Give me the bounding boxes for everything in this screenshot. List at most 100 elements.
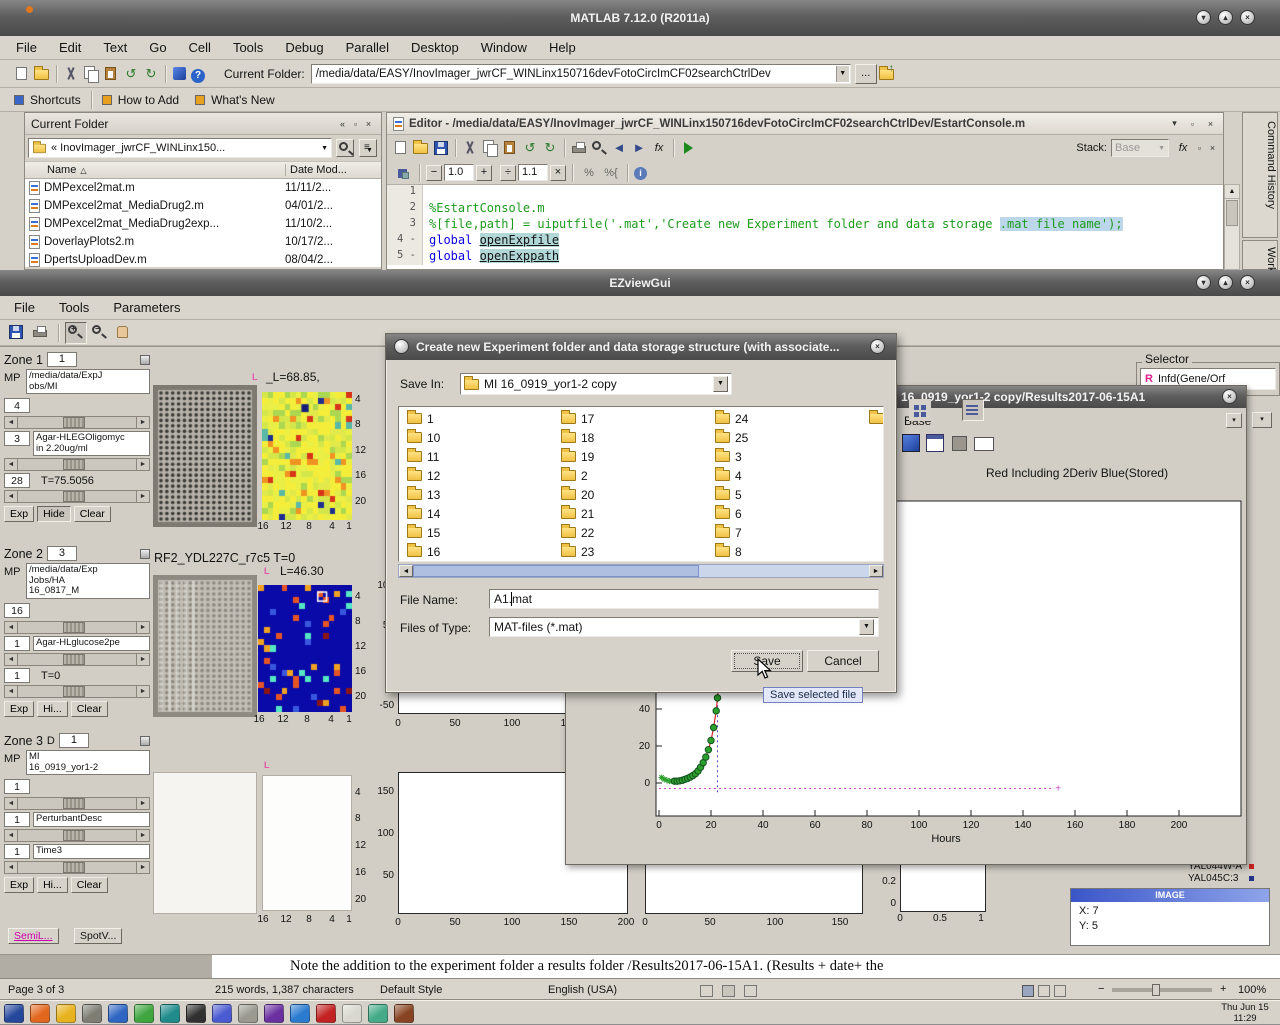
folder-item[interactable]: 24: [713, 409, 863, 428]
print-icon[interactable]: [570, 139, 588, 157]
tab-workspace[interactable]: Work...: [1242, 240, 1278, 270]
folder-item[interactable]: 22: [559, 523, 709, 542]
tab-command-history[interactable]: Command History: [1242, 112, 1278, 238]
zone-path-field[interactable]: /media/data/ExpJobs/HA16_0817_M: [26, 563, 150, 599]
folder-item[interactable]: 25: [713, 428, 863, 447]
taskbar-app-icon-10[interactable]: [238, 1004, 258, 1023]
folder-item[interactable]: 19: [559, 447, 709, 466]
taskbar-app-icon-11[interactable]: [264, 1004, 284, 1023]
slider-right-arrow[interactable]: ►: [136, 621, 150, 634]
maximize-icon[interactable]: ▴: [1218, 275, 1233, 290]
zone-index-field[interactable]: 3: [47, 546, 77, 561]
dialog-titlebar[interactable]: Create new Experiment folder and data st…: [386, 334, 896, 360]
slider-right-arrow[interactable]: ►: [136, 490, 150, 503]
zone-row-count[interactable]: 1: [4, 812, 30, 827]
file-row[interactable]: DMPexcel2mat.m11/11/2...: [25, 179, 381, 197]
undo-icon[interactable]: ↺: [122, 65, 140, 83]
zone-count-field[interactable]: 4: [4, 398, 30, 413]
folder-item[interactable]: 7: [713, 523, 863, 542]
slider-left-arrow[interactable]: ◄: [4, 685, 18, 698]
zone-row-count[interactable]: 28: [4, 473, 30, 488]
how-to-add-link[interactable]: How to Add: [118, 93, 179, 107]
view-book-icon[interactable]: [1054, 985, 1066, 997]
zone-button-clear[interactable]: Clear: [74, 506, 111, 522]
file-row[interactable]: DpertsUploadDev.m08/04/2...: [25, 251, 381, 267]
save-icon[interactable]: [6, 322, 28, 344]
zone-slider[interactable]: ◄►: [4, 685, 150, 698]
redo-icon[interactable]: ↻: [541, 139, 559, 157]
zone-button-clear[interactable]: Clear: [71, 877, 108, 893]
zone-slider[interactable]: ◄►: [4, 797, 150, 810]
zone-slider[interactable]: ◄►: [4, 829, 150, 842]
multiply-button[interactable]: ×: [550, 165, 566, 181]
comment-block-icon[interactable]: %{: [602, 164, 620, 182]
shortcuts-label[interactable]: Shortcuts: [30, 93, 81, 107]
heatmap-2[interactable]: [258, 585, 352, 712]
slider-track[interactable]: [18, 490, 136, 503]
slider-left-arrow[interactable]: ◄: [4, 416, 18, 429]
zoom-slider-thumb[interactable]: [1152, 984, 1160, 996]
zone-button-exp[interactable]: Exp: [4, 506, 34, 522]
zone-button-exp[interactable]: Exp: [4, 701, 34, 717]
file-name-input[interactable]: A1.mat: [489, 589, 879, 609]
slider-left-arrow[interactable]: ◄: [4, 797, 18, 810]
close-icon[interactable]: ×: [1204, 119, 1217, 129]
spotview-button[interactable]: SpotV...: [74, 928, 122, 944]
copy-icon[interactable]: [82, 65, 100, 83]
matlab-menu-tools[interactable]: Tools: [229, 38, 267, 57]
semilog-button[interactable]: SemiL...: [8, 928, 59, 944]
scroll-thumb[interactable]: [1226, 200, 1238, 226]
taskbar-app-icon-13[interactable]: [316, 1004, 336, 1023]
status-style[interactable]: Default Style: [380, 984, 442, 996]
taskbar-app-icon-15[interactable]: [368, 1004, 388, 1023]
folder-list[interactable]: 1101112131415161718192202122232425345678…: [398, 406, 884, 562]
status-language[interactable]: English (USA): [548, 984, 617, 996]
minimize-icon[interactable]: ▾: [1196, 10, 1211, 25]
dock-icon[interactable]: [140, 355, 150, 365]
zone-count-field[interactable]: 1: [4, 779, 30, 794]
forward-icon[interactable]: ►: [630, 139, 648, 157]
slider-thumb[interactable]: [63, 417, 85, 428]
slider-thumb[interactable]: [63, 491, 85, 502]
maximize-icon[interactable]: ▴: [1218, 10, 1233, 25]
taskbar-app-icon-9[interactable]: [212, 1004, 232, 1023]
taskbar-app-icon-2[interactable]: [30, 1004, 50, 1023]
folder-item[interactable]: 6: [713, 504, 863, 523]
zone-slider[interactable]: ◄►: [4, 861, 150, 874]
folder-item[interactable]: 4: [713, 466, 863, 485]
folder-item[interactable]: 18: [559, 428, 709, 447]
help-icon[interactable]: ?: [191, 65, 209, 83]
writer-document-strip[interactable]: Note the addition to the experiment fold…: [0, 954, 1280, 978]
taskbar-app-icon-1[interactable]: [4, 1004, 24, 1023]
scroll-up-icon[interactable]: ▲: [1225, 185, 1239, 199]
zoom-out-icon[interactable]: −: [1098, 983, 1104, 995]
folder-item[interactable]: 20: [559, 485, 709, 504]
slider-thumb[interactable]: [63, 459, 85, 470]
whats-new-link[interactable]: What's New: [211, 93, 275, 107]
zone-slider[interactable]: ◄►: [4, 490, 150, 503]
folder-item[interactable]: 23: [559, 542, 709, 561]
cut-icon[interactable]: [62, 65, 80, 83]
zone-button-hi[interactable]: Hi...: [37, 877, 68, 893]
zone-row-field[interactable]: PerturbantDesc: [33, 812, 150, 827]
close-icon[interactable]: ×: [870, 339, 885, 354]
open-file-icon[interactable]: [412, 139, 430, 157]
fx-icon[interactable]: fx: [650, 139, 668, 157]
pan-hand-icon[interactable]: [113, 322, 135, 344]
slider-thumb[interactable]: [63, 686, 85, 697]
stack-combo[interactable]: Base ▼: [1111, 139, 1169, 157]
dock-icon[interactable]: [140, 549, 150, 559]
heatmap-1[interactable]: [262, 392, 352, 520]
zoom-out-icon[interactable]: −: [89, 322, 111, 344]
open-file-icon[interactable]: [33, 65, 51, 83]
zone-slider[interactable]: ◄►: [4, 653, 150, 666]
folder-item[interactable]: 17: [559, 409, 709, 428]
matlab-menu-window[interactable]: Window: [477, 38, 531, 57]
zone-button-clear[interactable]: Clear: [71, 701, 108, 717]
gray-swatch-icon[interactable]: [952, 436, 967, 451]
back-icon[interactable]: ◄: [610, 139, 628, 157]
undo-icon[interactable]: ↺: [521, 139, 539, 157]
zoom-level[interactable]: 100%: [1238, 984, 1266, 996]
status-words[interactable]: 215 words, 1,387 characters: [215, 984, 354, 996]
slider-thumb[interactable]: [63, 622, 85, 633]
